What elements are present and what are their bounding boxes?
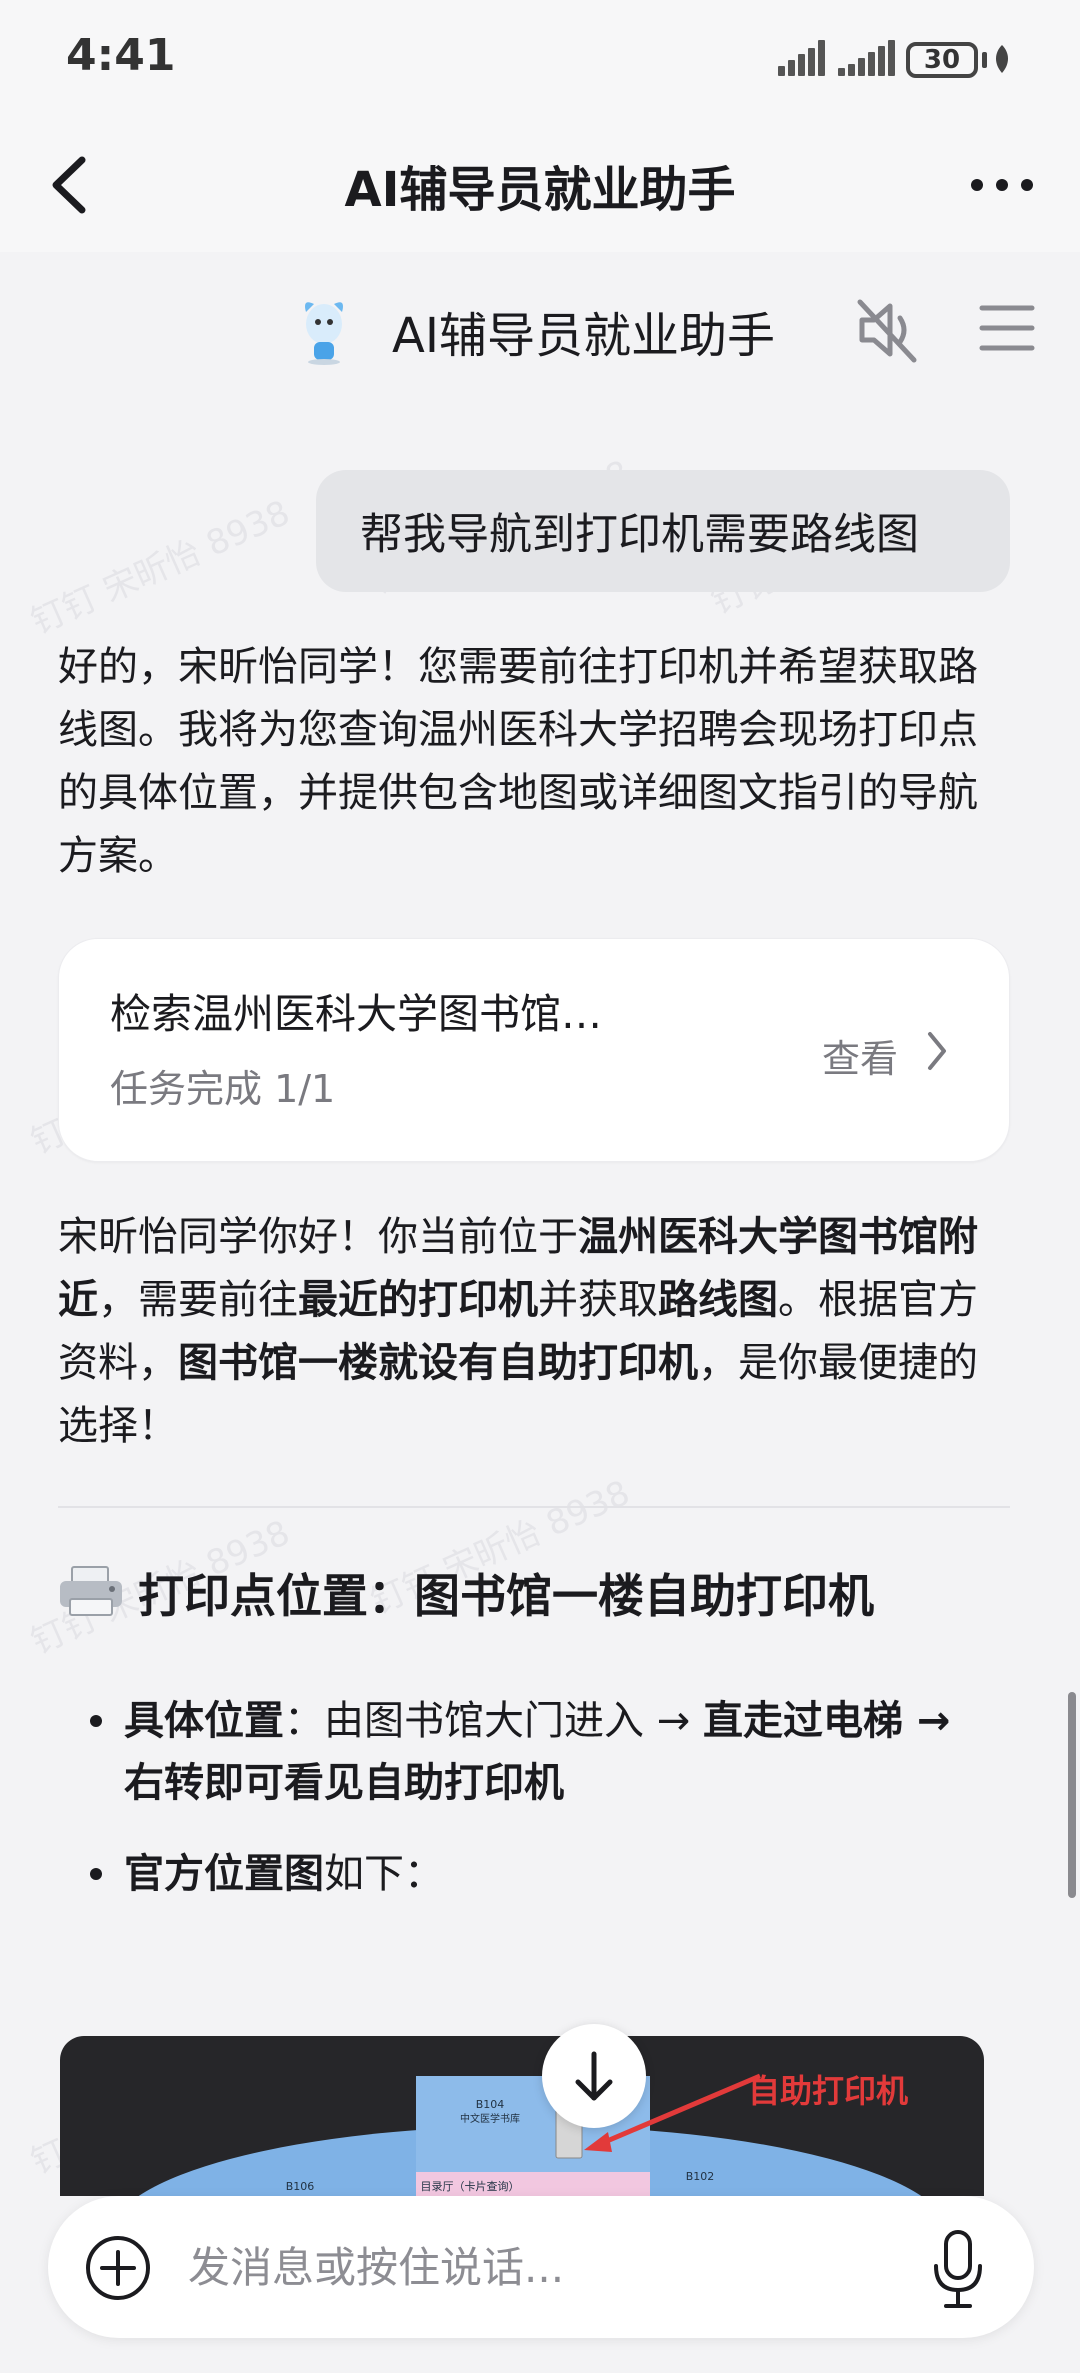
- microphone-icon[interactable]: [928, 2228, 988, 2312]
- bullet-item: 官方位置图如下：: [124, 1851, 444, 1897]
- map-room-b104-sub: 中文医学书库: [460, 2112, 520, 2125]
- speaker-muted-icon[interactable]: [850, 294, 922, 366]
- map-room-b102: B102: [686, 2170, 715, 2183]
- divider: [58, 1506, 1010, 1508]
- floor-map-image[interactable]: B104 中文医学书库 目录厅（卡片查询） B102 B106: [60, 2036, 984, 2196]
- page-title: AI辅导员就业助手: [344, 162, 736, 218]
- status-time: 4:41: [66, 30, 176, 81]
- agent-avatar: [305, 302, 343, 365]
- more-options-button[interactable]: [960, 160, 1044, 210]
- bullet-dot: [90, 1868, 102, 1880]
- printer-icon: [60, 1566, 122, 1616]
- signal-icon: [778, 40, 825, 76]
- task-status: 任务完成 1/1: [110, 1067, 336, 1111]
- menu-icon[interactable]: [978, 300, 1036, 356]
- leaf-icon: [996, 45, 1008, 73]
- map-room-b106: B106: [286, 2180, 315, 2193]
- status-bar: 4:41 30: [0, 0, 1080, 110]
- battery-icon: 30: [906, 42, 978, 78]
- map-room-b104: B104: [476, 2098, 505, 2111]
- arrow-down-icon: [575, 2051, 613, 2101]
- section-title: 打印点位置：图书馆一楼自助打印机: [138, 1569, 874, 1623]
- bullet-dot: [90, 1715, 102, 1727]
- assistant-reply-text-2: 宋昕怡同学你好！你当前位于温州医科大学图书馆附近，需要前往最近的打印机并获取路线…: [58, 1214, 978, 1449]
- floor-map-drawing: B104 中文医学书库 目录厅（卡片查询） B102 B106: [138, 2073, 922, 2196]
- user-message-text: 帮我导航到打印机需要路线图: [360, 510, 919, 560]
- assistant-reply-text: 好的，宋昕怡同学！您需要前往打印机并希望获取路线图。我将为您查询温州医科大学招聘…: [58, 644, 978, 879]
- scroll-down-button[interactable]: [542, 2024, 646, 2128]
- task-title: 检索温州医科大学图书馆…: [110, 990, 602, 1038]
- signal-icon-2: [838, 40, 896, 76]
- message-input[interactable]: [188, 2236, 888, 2300]
- map-printer-label: 自助打印机: [748, 2072, 909, 2110]
- bullet-item: 具体位置：由图书馆大门进入 → 直走过电梯 → 右转即可看见自助打印机: [124, 1698, 951, 1806]
- scrollbar[interactable]: [1068, 1692, 1076, 1898]
- view-button[interactable]: 查看: [822, 1028, 898, 1083]
- agent-name: AI辅导员就业助手: [392, 308, 775, 364]
- add-button[interactable]: [84, 2234, 152, 2302]
- chevron-right-icon: [928, 1032, 946, 1070]
- map-hall: 目录厅（卡片查询）: [421, 2179, 520, 2193]
- watermark: 钉钉 宋昕怡 8938: [25, 492, 296, 643]
- battery-tip: [982, 52, 987, 68]
